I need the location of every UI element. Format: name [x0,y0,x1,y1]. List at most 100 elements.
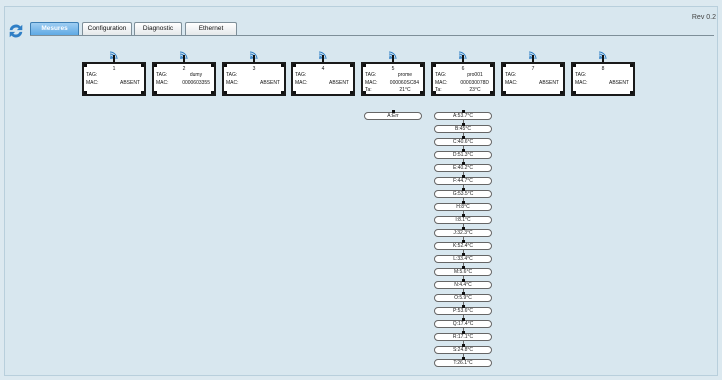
tab-mesures[interactable]: Mesures [30,22,79,36]
sensor-connector [462,227,465,230]
sensor-pill[interactable]: F:44.7°C [434,175,492,185]
sensor-pill[interactable]: A:Err [364,110,422,120]
sensor-pill[interactable]: S:24.8°C [434,344,492,354]
node-field-label: TAG: [156,72,168,78]
node-corner [281,91,284,94]
sensor-pill[interactable]: B:45°C [434,123,492,133]
sensor-connector [462,162,465,165]
node-field-label: MAC: [365,80,378,86]
node-corner [293,91,296,94]
node-antenna-stem [183,55,185,62]
node-corner [154,91,157,94]
sensor-reading: K:52.4°C [452,243,474,249]
sensor-reading: E:40.2°C [452,165,474,171]
node-field-value: ABSENT [538,80,559,86]
node-antenna-stem [392,55,394,62]
node-field-label: TAG: [226,72,238,78]
tab-configuration[interactable]: Configuration [82,22,132,35]
sensor-pill[interactable]: C:40.6°C [434,136,492,146]
sensor-reading: H:8°C [456,204,470,210]
sensor-connector [462,357,465,360]
sensor-connector [462,344,465,347]
sensor-pill[interactable]: L:33.4°C [434,253,492,263]
node-antenna-stem [322,55,324,62]
node-field-label: TAG: [505,72,517,78]
sensor-pill[interactable]: D:51.3°C [434,149,492,159]
sensor-reading: L:33.4°C [453,256,473,262]
node-field-value: ABSENT [608,80,629,86]
sensor-reading: N:4.4°C [454,282,472,288]
sensor-connector [462,175,465,178]
tab-diagnostic[interactable]: Diagnostic [134,22,182,35]
refresh-icon[interactable] [7,22,25,40]
sensor-pill[interactable]: E:40.2°C [434,162,492,172]
node-field-label: Ta: [435,87,442,93]
sensor-connector [462,188,465,191]
sensor-pill[interactable]: Q:17.4°C [434,318,492,328]
sensor-reading: S:24.8°C [452,347,474,353]
sensor-pill[interactable]: A:53.7°C [434,110,492,120]
sensor-connector [462,279,465,282]
sensor-pill[interactable]: N:4.4°C [434,279,492,289]
sensor-reading: A:53.7°C [452,113,474,119]
sensor-reading: R:17.1°C [452,334,474,340]
sensor-connector [462,136,465,139]
sensor-connector [462,123,465,126]
sensor-pill[interactable]: T:26.1°C [434,357,492,367]
node-corner [141,91,144,94]
sensor-reading: T:26.1°C [453,360,473,366]
node-antenna-stem [253,55,255,62]
sensor-connector [462,214,465,217]
node-corner [560,91,563,94]
node-field-value: pro001 [467,72,483,78]
sensor-reading: O:5.9°C [454,295,472,301]
sensor-pill[interactable]: R:17.1°C [434,331,492,341]
node-card[interactable]: 7 TAG: MAC: ABSENT [501,62,565,96]
sensor-reading: F:44.7°C [453,178,473,184]
node-field-label: TAG: [435,72,447,78]
node-corner [84,91,87,94]
sensor-pill[interactable]: H:8°C [434,201,492,211]
node-card[interactable]: 8 TAG: MAC: ABSENT [571,62,635,96]
tab-ethernet[interactable]: Ethernet [185,22,237,35]
sensor-pill[interactable]: I:8.1°C [434,214,492,224]
node-field-label: Ta: [365,87,372,93]
node-corner [350,91,353,94]
sensor-reading: P:53.6°C [452,308,474,314]
node-antenna-stem [532,55,534,62]
sensor-reading: D:51.3°C [452,152,474,158]
node-card[interactable]: 4 TAG: MAC: ABSENT [291,62,355,96]
node-field-value: 21°C [399,87,411,93]
tab-divider [30,35,714,36]
sensor-reading: Q:17.4°C [452,321,474,327]
sensor-reading: A:Err [387,113,399,119]
node-field-value: 000030078D [460,80,489,86]
sensor-connector [462,331,465,334]
sensor-pill[interactable]: K:52.4°C [434,240,492,250]
node-card[interactable]: 6 TAG: pro001 MAC: 000030078D Ta: 23°C [431,62,495,96]
sensor-pill[interactable]: J:32.3°C [434,227,492,237]
node-field-label: MAC: [86,80,99,86]
sensor-pill[interactable]: G:53.5°C [434,188,492,198]
sensor-connector [462,240,465,243]
sensor-reading: C:40.6°C [452,139,474,145]
node-field-label: MAC: [156,80,169,86]
sensor-connector [462,266,465,269]
node-field-value: ABSENT [119,80,140,86]
sensor-pill[interactable]: O:5.9°C [434,292,492,302]
revision-label: Rev 0.2 [691,14,716,21]
sensor-reading: I:8.1°C [455,217,471,223]
node-field-label: MAC: [505,80,518,86]
sensor-pill[interactable]: P:53.6°C [434,305,492,315]
node-card[interactable]: 5 TAG: prome MAC: 000060SC84 Ta: 21°C [361,62,425,96]
node-corner [573,91,576,94]
sensor-reading: G:53.5°C [452,191,474,197]
node-field-label: TAG: [365,72,377,78]
sensor-pill[interactable]: M:5.6°C [434,266,492,276]
node-field-label: TAG: [575,72,587,78]
node-field-label: MAC: [295,80,308,86]
node-card[interactable]: 3 TAG: MAC: ABSENT [222,62,286,96]
node-card[interactable]: 1 TAG: MAC: ABSENT [82,62,146,96]
sensor-connector [462,253,465,256]
node-card[interactable]: 2 TAG: dumy MAC: 0000603355 [152,62,216,96]
